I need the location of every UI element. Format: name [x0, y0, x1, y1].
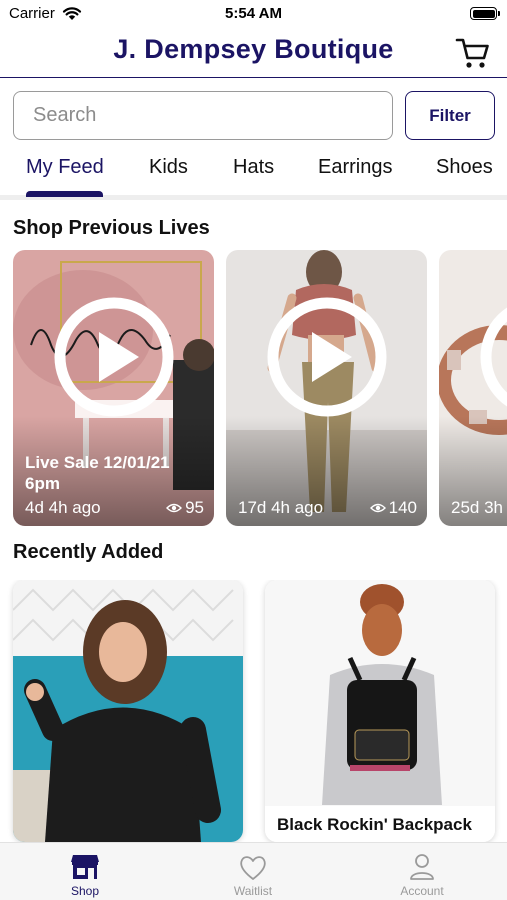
page-title: J. Dempsey Boutique [113, 34, 394, 64]
battery-icon [470, 7, 500, 20]
play-icon[interactable] [479, 296, 507, 418]
nav-account-label: Account [400, 884, 444, 898]
product-image [265, 580, 495, 842]
search-input[interactable] [13, 91, 393, 140]
person-icon [410, 854, 434, 880]
tab-earrings[interactable]: Earrings [318, 156, 392, 179]
previous-lives-heading: Shop Previous Lives [13, 217, 210, 239]
status-bar: Carrier 5:54 AM [0, 0, 507, 28]
eye-icon [369, 503, 386, 513]
live-card-title: Live Sale 12/01/21 6pm [25, 453, 170, 493]
tab-kids[interactable]: Kids [149, 156, 188, 179]
tab-my-feed[interactable]: My Feed [26, 156, 104, 179]
live-card-view-count: 95 [185, 498, 204, 517]
live-card-views: 95 [166, 498, 204, 518]
live-card[interactable]: 17d 4h ago 140 [226, 250, 427, 526]
recently-added-carousel[interactable]: Black Rockin' Backpack [0, 580, 507, 842]
heart-icon [240, 856, 266, 880]
recently-added-heading: Recently Added [13, 541, 164, 563]
product-image [13, 580, 243, 842]
cart-icon[interactable] [455, 36, 491, 70]
nav-waitlist[interactable]: Waitlist [193, 843, 313, 900]
eye-icon [166, 503, 183, 513]
nav-waitlist-label: Waitlist [233, 884, 273, 898]
product-name: Black Rockin' Backpack [265, 806, 495, 842]
live-card[interactable]: 25d 3h [439, 250, 507, 526]
live-card-time-ago: 17d 4h ago [238, 498, 324, 517]
live-card-time-ago: 25d 3h [451, 498, 503, 517]
tab-hats[interactable]: Hats [233, 156, 274, 179]
bottom-tab-bar: Shop Waitlist Account [0, 842, 507, 900]
active-tab-indicator [26, 191, 103, 197]
live-card[interactable]: Live Sale 12/01/21 6pm 4d 4h ago 95 [13, 250, 214, 526]
nav-shop-label: Shop [70, 884, 100, 898]
play-icon[interactable] [53, 296, 175, 418]
previous-lives-carousel[interactable]: Live Sale 12/01/21 6pm 4d 4h ago 95 17d [0, 250, 507, 526]
tab-shoes[interactable]: Shoes [436, 156, 493, 179]
product-card[interactable]: Black Rockin' Backpack [265, 580, 495, 842]
category-tabs: My Feed Kids Hats Earrings Shoes [0, 146, 507, 200]
live-card-views: 140 [369, 498, 417, 518]
nav-shop[interactable]: Shop [25, 843, 145, 900]
live-card-view-count: 140 [388, 498, 417, 517]
filter-button[interactable]: Filter [405, 91, 495, 140]
nav-account[interactable]: Account [362, 843, 482, 900]
play-icon[interactable] [266, 296, 388, 418]
clock-label: 5:54 AM [225, 5, 282, 22]
app-header: J. Dempsey Boutique [0, 28, 507, 78]
store-icon [71, 855, 99, 879]
live-card-time-ago: 4d 4h ago [25, 498, 101, 517]
product-card[interactable] [13, 580, 243, 842]
